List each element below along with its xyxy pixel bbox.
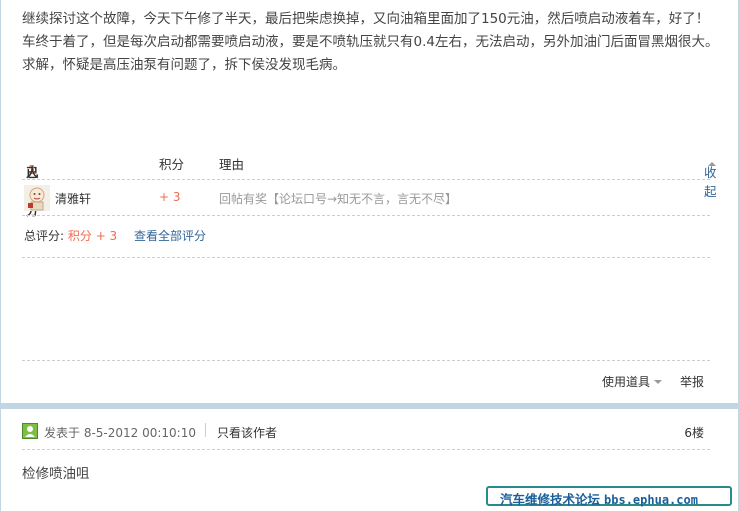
rating-table: 已有 1 人评分 积分 理由 收起 清雅轩 + 3 回帖有奖【论坛口号→知无不言… (22, 146, 717, 258)
rating-total: 总评分: 积分 + 3 查看全部评分 (22, 216, 710, 258)
chevron-down-icon (654, 380, 662, 384)
chevron-up-icon (708, 162, 716, 166)
column-reason: 理由 (219, 157, 245, 172)
only-author-link[interactable]: 只看该作者 (217, 424, 277, 441)
online-status-icon (22, 423, 38, 439)
total-label: 总评分: (24, 229, 65, 243)
post-content: 继续探讨这个故障，今天下午修了半天，最后把柴虑换掉，又向油箱里面加了150元油，… (22, 11, 719, 73)
avatar[interactable] (24, 185, 50, 211)
total-score: 总评分: 积分 + 3 (24, 227, 117, 244)
watermark-text: 汽车维修技术论坛 bbs.ephua.com (500, 489, 698, 508)
post-meta: 发表于 8-5-2012 00:10:10 只看该作者 6楼 (22, 418, 710, 450)
forum-watermark: 汽车维修技术论坛 bbs.ephua.com (486, 486, 732, 508)
rating-header: 已有 1 人评分 积分 理由 收起 (22, 146, 717, 218)
watermark-name: 汽车维修技术论坛 (500, 492, 601, 507)
watermark-url: bbs.ephua.com (604, 493, 698, 507)
rater-reason: 回帖有奖【论坛口号→知无不言，言无不尽】 (219, 192, 458, 206)
meta-separator (205, 423, 206, 437)
total-value: 积分 + 3 (67, 229, 118, 243)
post-date: 发表于 8-5-2012 00:10:10 (44, 426, 196, 440)
report-button[interactable]: 举报 (680, 373, 704, 390)
use-tools-button[interactable]: 使用道具 (602, 373, 662, 390)
column-score: 积分 (159, 157, 185, 172)
rater-score: + 3 (159, 190, 181, 204)
floor-number[interactable]: 6楼 (684, 424, 704, 441)
post-divider (0, 403, 739, 409)
post-action-bar: 使用道具 举报 (22, 360, 710, 398)
post-content-2: 检修喷油咀 (22, 466, 90, 482)
rater-username[interactable]: 清雅轩 (55, 190, 91, 207)
rating-row: 清雅轩 + 3 回帖有奖【论坛口号→知无不言，言无不尽】 (22, 180, 710, 216)
use-tools-label: 使用道具 (601, 375, 650, 389)
view-all-ratings-link[interactable]: 查看全部评分 (134, 227, 206, 244)
